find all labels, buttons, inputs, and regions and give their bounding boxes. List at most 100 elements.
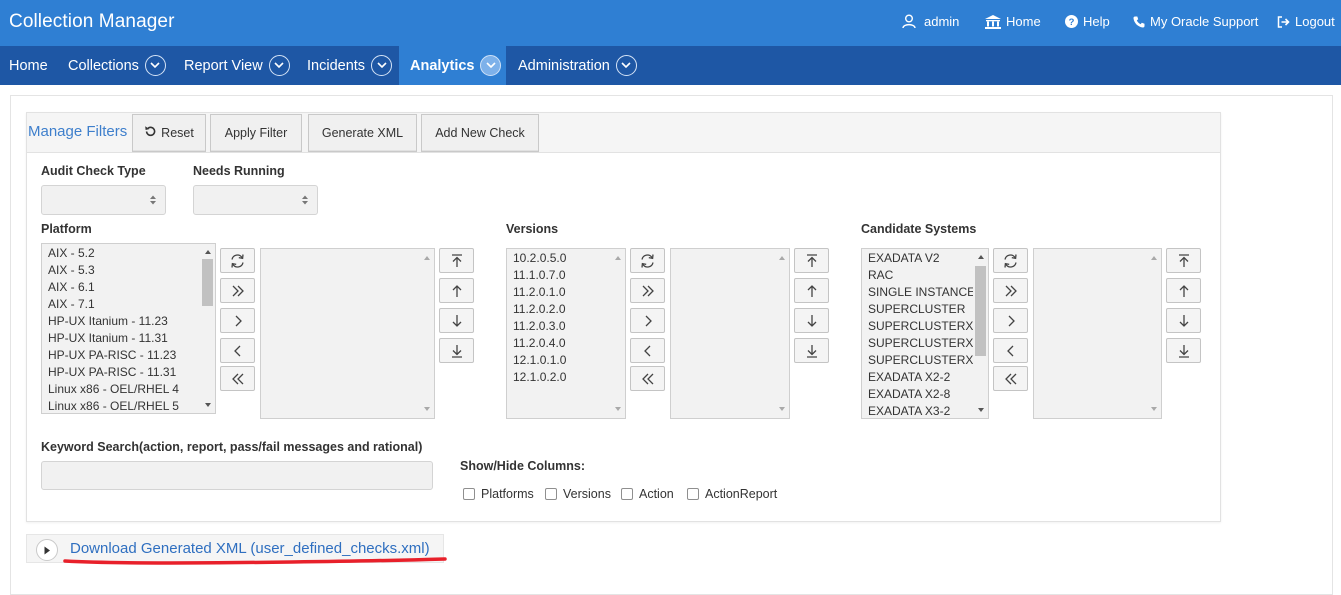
- list-option[interactable]: SUPERCLUSTERX4-2: [868, 336, 988, 350]
- move-all-left-button[interactable]: [220, 366, 255, 391]
- list-scrollbar[interactable]: [610, 249, 625, 418]
- list-option[interactable]: HP-UX Itanium - 11.23: [48, 314, 168, 328]
- move-top-button[interactable]: [439, 248, 474, 273]
- checkbox[interactable]: [621, 488, 633, 500]
- list-option[interactable]: AIX - 6.1: [48, 280, 95, 294]
- list-option[interactable]: SUPERCLUSTERX5-2: [868, 353, 988, 367]
- nav-item-home[interactable]: Home: [0, 46, 57, 85]
- scroll-up-icon[interactable]: [424, 256, 430, 260]
- list-option[interactable]: Linux x86 - OEL/RHEL 5: [48, 399, 179, 413]
- column-toggle-actionreport[interactable]: ActionReport: [687, 487, 777, 501]
- move-up-button[interactable]: [794, 278, 829, 303]
- move-top-button[interactable]: [794, 248, 829, 273]
- move-bottom-button[interactable]: [1166, 338, 1201, 363]
- list-option[interactable]: EXADATA X2-2: [868, 370, 950, 384]
- list-option[interactable]: SUPERCLUSTER: [868, 302, 965, 316]
- audit-check-type-select[interactable]: [41, 185, 166, 215]
- list-option[interactable]: HP-UX PA-RISC - 11.23: [48, 348, 176, 362]
- move-down-button[interactable]: [439, 308, 474, 333]
- list-option[interactable]: AIX - 5.2: [48, 246, 95, 260]
- scroll-up-icon[interactable]: [205, 250, 211, 254]
- list-scrollbar[interactable]: [973, 249, 988, 418]
- scroll-down-icon[interactable]: [205, 403, 211, 407]
- list-option[interactable]: 12.1.0.1.0: [513, 353, 566, 367]
- reset-button[interactable]: Reset: [132, 114, 206, 152]
- move-up-button[interactable]: [1166, 278, 1201, 303]
- chevron-down-icon[interactable]: [144, 55, 166, 76]
- reset-selection-button[interactable]: [630, 248, 665, 273]
- list-option[interactable]: 11.1.0.7.0: [513, 268, 566, 282]
- scroll-up-icon[interactable]: [1151, 256, 1157, 260]
- nav-item-incidents[interactable]: Incidents: [298, 46, 401, 85]
- keyword-search-input[interactable]: [41, 461, 433, 490]
- list-option[interactable]: EXADATA X2-8: [868, 387, 950, 401]
- move-down-button[interactable]: [794, 308, 829, 333]
- move-up-button[interactable]: [439, 278, 474, 303]
- list-option[interactable]: HP-UX PA-RISC - 11.31: [48, 365, 176, 379]
- list-option[interactable]: 10.2.0.5.0: [513, 251, 566, 265]
- nav-item-analytics[interactable]: Analytics: [399, 46, 506, 85]
- scroll-down-icon[interactable]: [615, 407, 621, 411]
- move-all-right-button[interactable]: [630, 278, 665, 303]
- move-right-button[interactable]: [630, 308, 665, 333]
- move-bottom-button[interactable]: [794, 338, 829, 363]
- list-option[interactable]: 11.2.0.1.0: [513, 285, 566, 299]
- needs-running-select[interactable]: [193, 185, 318, 215]
- scroll-up-icon[interactable]: [779, 256, 785, 260]
- checkbox[interactable]: [687, 488, 699, 500]
- list-scrollbar[interactable]: [419, 249, 434, 418]
- move-left-button[interactable]: [220, 338, 255, 363]
- list-option[interactable]: 11.2.0.3.0: [513, 319, 566, 333]
- scroll-down-icon[interactable]: [978, 408, 984, 412]
- candidate-systems-available-list[interactable]: EXADATA V2 RAC SINGLE INSTANCE SUPERCLUS…: [861, 248, 989, 419]
- move-all-left-button[interactable]: [993, 366, 1028, 391]
- chevron-down-icon[interactable]: [371, 55, 393, 76]
- move-bottom-button[interactable]: [439, 338, 474, 363]
- move-all-left-button[interactable]: [630, 366, 665, 391]
- header-link-admin[interactable]: admin: [902, 14, 959, 29]
- list-option[interactable]: HP-UX Itanium - 11.31: [48, 331, 168, 345]
- list-option[interactable]: AIX - 7.1: [48, 297, 95, 311]
- column-toggle-versions[interactable]: Versions: [545, 487, 611, 501]
- list-option[interactable]: Linux x86 - OEL/RHEL 4: [48, 382, 179, 396]
- list-option[interactable]: SUPERCLUSTERX3-2: [868, 319, 988, 333]
- header-link-logout[interactable]: Logout: [1277, 14, 1335, 29]
- move-top-button[interactable]: [1166, 248, 1201, 273]
- generate-xml-button[interactable]: Generate XML: [308, 114, 417, 152]
- expand-toggle-button[interactable]: [36, 539, 58, 561]
- apply-filter-button[interactable]: Apply Filter: [210, 114, 302, 152]
- chevron-down-icon[interactable]: [268, 55, 290, 76]
- header-link-support[interactable]: My Oracle Support: [1133, 14, 1258, 29]
- add-new-check-button[interactable]: Add New Check: [421, 114, 539, 152]
- chevron-down-icon[interactable]: [615, 55, 637, 76]
- list-option[interactable]: EXADATA X3-2: [868, 404, 950, 418]
- nav-item-collections[interactable]: Collections: [59, 46, 175, 85]
- header-link-home[interactable]: Home: [985, 14, 1041, 29]
- versions-available-list[interactable]: 10.2.0.5.0 11.1.0.7.0 11.2.0.1.0 11.2.0.…: [506, 248, 626, 419]
- scroll-down-icon[interactable]: [424, 407, 430, 411]
- nav-item-administration[interactable]: Administration: [509, 46, 646, 85]
- header-link-help[interactable]: ? Help: [1065, 14, 1110, 29]
- list-option[interactable]: 12.1.0.2.0: [513, 370, 566, 384]
- move-down-button[interactable]: [1166, 308, 1201, 333]
- list-option[interactable]: RAC: [868, 268, 893, 282]
- nav-item-report-view[interactable]: Report View: [175, 46, 299, 85]
- move-left-button[interactable]: [993, 338, 1028, 363]
- platform-selected-list[interactable]: [260, 248, 435, 419]
- move-all-right-button[interactable]: [993, 278, 1028, 303]
- column-toggle-action[interactable]: Action: [621, 487, 674, 501]
- list-option[interactable]: AIX - 5.3: [48, 263, 95, 277]
- move-right-button[interactable]: [220, 308, 255, 333]
- list-option[interactable]: 11.2.0.4.0: [513, 336, 566, 350]
- list-option[interactable]: EXADATA V2: [868, 251, 940, 265]
- scroll-down-icon[interactable]: [1151, 407, 1157, 411]
- chevron-down-icon[interactable]: [480, 55, 502, 76]
- checkbox[interactable]: [463, 488, 475, 500]
- list-option[interactable]: SINGLE INSTANCE: [868, 285, 975, 299]
- scroll-down-icon[interactable]: [779, 407, 785, 411]
- platform-available-list[interactable]: AIX - 5.2 AIX - 5.3 AIX - 6.1 AIX - 7.1 …: [41, 243, 216, 414]
- reset-selection-button[interactable]: [993, 248, 1028, 273]
- scroll-up-icon[interactable]: [615, 256, 621, 260]
- list-scrollbar[interactable]: [774, 249, 789, 418]
- move-left-button[interactable]: [630, 338, 665, 363]
